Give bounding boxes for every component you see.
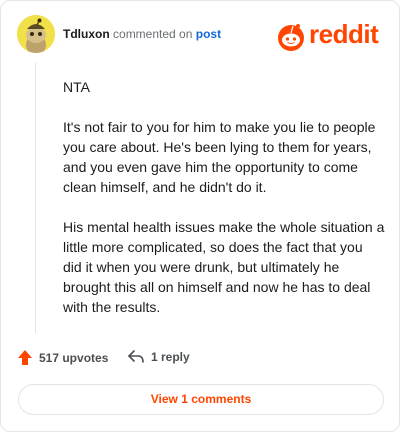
reply-button[interactable]: 1 reply <box>127 349 190 365</box>
view-comments-button[interactable]: View 1 comments <box>18 384 384 415</box>
snoo-avatar-icon <box>17 15 55 53</box>
comment-header: Tdluxon commented on post reddit <box>17 15 383 55</box>
reply-count: 1 reply <box>151 350 190 364</box>
comment-body: NTA It's not fair to you for him to make… <box>63 77 385 337</box>
comment-paragraph: It's not fair to you for him to make you… <box>63 119 376 195</box>
author-name[interactable]: Tdluxon <box>63 27 110 41</box>
upvote-button[interactable]: 517 upvotes <box>17 349 108 366</box>
comment-paragraph: NTA <box>63 79 90 95</box>
comment-paragraph: His mental health issues make the whole … <box>63 219 385 315</box>
post-link[interactable]: post <box>196 27 221 41</box>
reddit-wordmark: reddit <box>309 19 379 49</box>
reddit-alien-icon <box>278 24 304 51</box>
upvote-count: 517 upvotes <box>39 350 109 365</box>
comment-byline: Tdluxon commented on post <box>63 27 221 41</box>
thread-line[interactable] <box>35 63 36 333</box>
reply-arrow-icon <box>128 350 144 363</box>
comment-actions: 517 upvotes 1 reply <box>17 347 387 371</box>
author-avatar[interactable] <box>17 15 55 53</box>
upvote-arrow-icon <box>18 350 32 365</box>
reddit-logo[interactable]: reddit <box>275 19 383 51</box>
comment-card: Tdluxon commented on post reddit NTA It'… <box>0 0 400 432</box>
action-text: commented on <box>113 27 193 41</box>
